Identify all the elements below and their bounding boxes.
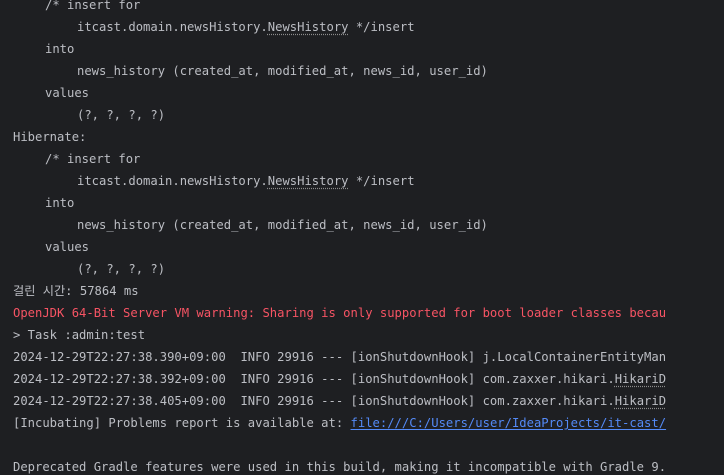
jvm-warning-line: OpenJDK 64-Bit Server VM warning: Sharin… [13,302,666,324]
elapsed-time-line: 걸린 시간: 57864 ms [13,280,666,302]
problems-report-link[interactable]: file:///C:/Users/user/IdeaProjects/it-ca… [351,416,667,430]
sql-comment-suffix: */insert [348,20,415,34]
sql-values-line: values [13,236,666,258]
entity-package: itcast.domain.newsHistory. [77,20,268,34]
log-text: 2024-12-29T22:27:38.405+09:00 INFO 29916… [13,394,615,408]
sql-entity-line: itcast.domain.newsHistory.NewsHistory */… [13,170,666,192]
sql-comment-line: /* insert for [13,0,666,16]
console-lines: /* insert for itcast.domain.newsHistory.… [13,0,666,475]
jvm-warning-text: OpenJDK 64-Bit Server VM warning: Sharin… [13,306,667,320]
log-class-reference[interactable]: HikariD [615,394,666,408]
run-console-output[interactable]: /* insert for itcast.domain.newsHistory.… [0,0,724,475]
sql-params: (?, ?, ?, ?) [77,262,166,276]
log-class-reference[interactable]: HikariD [615,372,666,386]
log-line: 2024-12-29T22:27:38.390+09:00 INFO 29916… [13,346,666,368]
sql-params: (?, ?, ?, ?) [77,108,166,122]
log-text: 2024-12-29T22:27:38.390+09:00 INFO 29916… [13,350,667,364]
sql-comment-line: /* insert for [13,148,666,170]
gradle-task-line: > Task :admin:test [13,324,666,346]
sql-values-keyword: values [45,240,90,254]
sql-values-keyword: values [45,86,90,100]
sql-comment-suffix: */insert [348,174,415,188]
sql-params-line: (?, ?, ?, ?) [13,258,666,280]
elapsed-time: 걸린 시간: 57864 ms [13,284,139,298]
sql-into-keyword: into [45,196,75,210]
sql-into-line: into [13,192,666,214]
sql-params-line: (?, ?, ?, ?) [13,104,666,126]
problems-report-line: [Incubating] Problems report is availabl… [13,412,666,434]
sql-table-columns: news_history (created_at, modified_at, n… [77,64,488,78]
entity-package: itcast.domain.newsHistory. [77,174,268,188]
sql-comment-text: /* insert for [45,0,141,12]
sql-table-line: news_history (created_at, modified_at, n… [13,60,666,82]
entity-class-reference[interactable]: NewsHistory [268,174,349,188]
gradle-deprecation-line: Deprecated Gradle features were used in … [13,456,666,475]
gradle-deprecation-text: Deprecated Gradle features were used in … [13,460,667,474]
log-line: 2024-12-29T22:27:38.392+09:00 INFO 29916… [13,368,666,390]
sql-comment-text: /* insert for [45,152,141,166]
gradle-task-name: > Task :admin:test [13,328,146,342]
log-line: 2024-12-29T22:27:38.405+09:00 INFO 29916… [13,390,666,412]
sql-entity-line: itcast.domain.newsHistory.NewsHistory */… [13,16,666,38]
sql-values-line: values [13,82,666,104]
problems-report-text: [Incubating] Problems report is availabl… [13,416,351,430]
hibernate-label: Hibernate: [13,130,87,144]
sql-into-keyword: into [45,42,75,56]
entity-class-reference[interactable]: NewsHistory [268,20,349,34]
sql-table-columns: news_history (created_at, modified_at, n… [77,218,488,232]
hibernate-label-line: Hibernate: [13,126,666,148]
sql-into-line: into [13,38,666,60]
sql-table-line: news_history (created_at, modified_at, n… [13,214,666,236]
log-text: 2024-12-29T22:27:38.392+09:00 INFO 29916… [13,372,615,386]
